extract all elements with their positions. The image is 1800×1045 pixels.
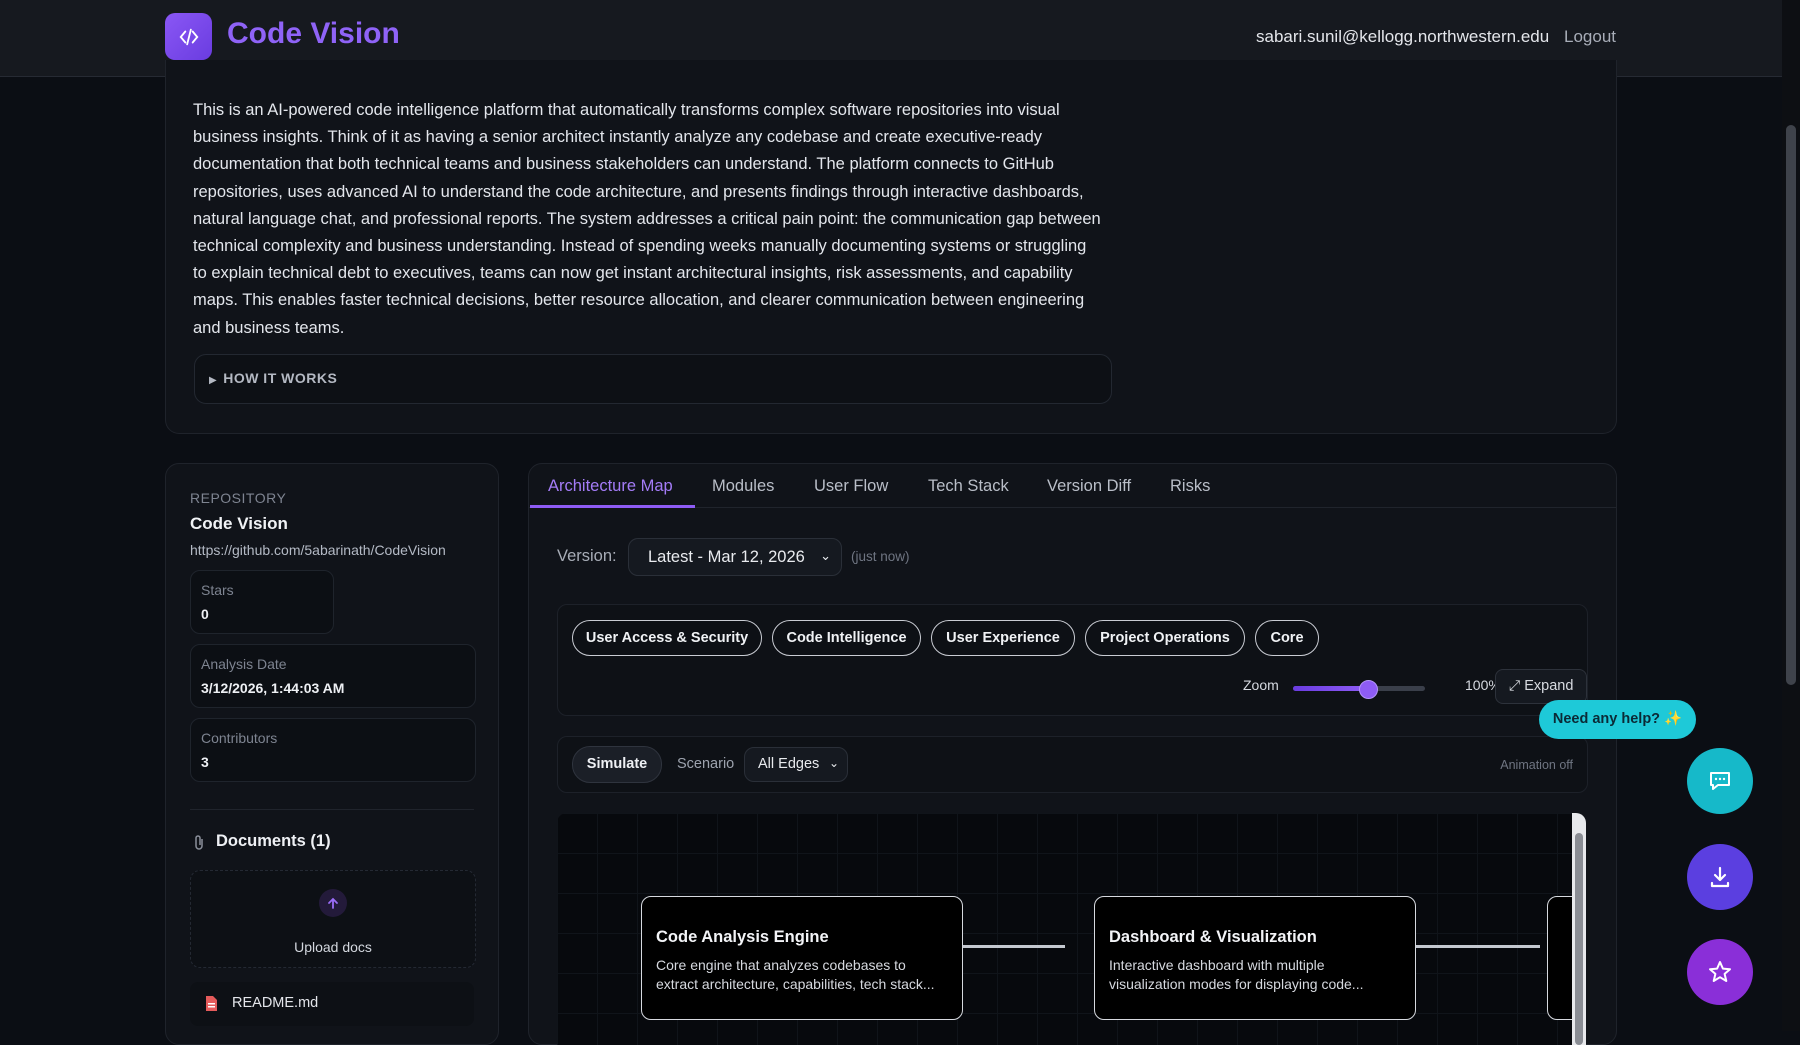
chevron-down-icon: ⌄ <box>828 756 839 770</box>
page-scrollbar[interactable] <box>1782 0 1800 1031</box>
version-note: (just now) <box>851 549 910 564</box>
star-icon <box>1709 961 1731 982</box>
simulate-button[interactable]: Simulate <box>572 746 662 783</box>
chat-icon <box>1710 772 1730 790</box>
logout-button[interactable]: Logout <box>1564 27 1616 47</box>
animation-status: Animation off <box>1500 758 1573 772</box>
zoom-label: Zoom <box>1243 677 1279 693</box>
how-it-works-label: HOW IT WORKS <box>223 370 338 386</box>
tab-user-flow[interactable]: User Flow <box>814 477 888 496</box>
stat-value: 3/12/2026, 1:44:03 AM <box>201 680 345 696</box>
repository-name: Code Vision <box>190 514 288 533</box>
how-it-works-toggle[interactable]: ▶ HOW IT WORKS <box>194 354 1112 404</box>
file-icon <box>205 995 218 1017</box>
stat-value: 3 <box>201 754 209 770</box>
filter-toolbar: User Access & Security Code Intelligence… <box>557 604 1588 716</box>
active-tab-indicator <box>530 505 695 508</box>
code-icon[interactable] <box>165 13 212 60</box>
favorite-button[interactable] <box>1687 939 1753 1005</box>
user-email: sabari.sunil@kellogg.northwestern.edu <box>1256 27 1550 46</box>
stat-stars: Stars 0 <box>190 570 334 634</box>
upload-docs-label: Upload docs <box>294 939 372 955</box>
zoom-slider-fill <box>1293 686 1367 691</box>
version-label: Version: <box>557 547 617 565</box>
zoom-slider[interactable] <box>1293 680 1425 699</box>
architecture-panel: Architecture Map Modules User Flow Tech … <box>528 463 1617 1045</box>
divider <box>190 809 474 810</box>
page-scrollbar-thumb[interactable] <box>1786 125 1796 685</box>
filter-chip-core[interactable]: Core <box>1255 620 1319 656</box>
version-selected: Latest - Mar 12, 2026 <box>648 548 805 566</box>
expand-label: Expand <box>1524 678 1574 694</box>
filter-chip-code-intelligence[interactable]: Code Intelligence <box>772 620 921 656</box>
zoom-slider-thumb[interactable] <box>1358 680 1378 699</box>
node-title: Code Analysis Engine <box>656 928 829 946</box>
node-code-analysis-engine[interactable]: Code Analysis Engine Core engine that an… <box>641 896 963 1020</box>
caret-right-icon: ▶ <box>209 375 218 386</box>
repository-url[interactable]: https://github.com/5abarinath/CodeVision <box>190 542 446 558</box>
simulation-toolbar: Simulate Scenario All Edges ⌄ Animation … <box>557 736 1588 793</box>
download-icon <box>1710 866 1730 888</box>
node-description: Core engine that analyzes codebases to e… <box>656 957 935 992</box>
tab-architecture-map[interactable]: Architecture Map <box>548 477 673 496</box>
intro-description: This is an AI-powered code intelligence … <box>193 101 1101 337</box>
tab-bar: Architecture Map Modules User Flow Tech … <box>529 464 1616 508</box>
scenario-select[interactable]: All Edges ⌄ <box>744 747 848 782</box>
architecture-canvas[interactable]: Code Analysis Engine Core engine that an… <box>557 813 1586 1045</box>
filter-chip-user-access-security[interactable]: User Access & Security <box>572 620 762 656</box>
brand-title[interactable]: Code Vision <box>227 17 400 51</box>
version-select[interactable]: Latest - Mar 12, 2026 ⌄ <box>628 538 842 576</box>
edge <box>1400 945 1540 948</box>
repository-panel: REPOSITORY Code Vision https://github.co… <box>165 463 499 1045</box>
chat-button[interactable] <box>1687 748 1753 814</box>
scenario-label: Scenario <box>677 756 735 772</box>
tab-tech-stack[interactable]: Tech Stack <box>928 477 1009 496</box>
stat-label: Analysis Date <box>201 656 287 672</box>
stat-value: 0 <box>201 606 209 622</box>
tab-version-diff[interactable]: Version Diff <box>1047 477 1131 496</box>
node-title: Dashboard & Visualization <box>1109 928 1317 946</box>
document-name: README.md <box>232 995 319 1011</box>
canvas-scrollbar[interactable] <box>1572 813 1586 1045</box>
document-item[interactable]: README.md <box>190 982 474 1026</box>
stat-analysis-date: Analysis Date 3/12/2026, 1:44:03 AM <box>190 644 476 708</box>
repository-caption: REPOSITORY <box>190 490 287 506</box>
stat-contributors: Contributors 3 <box>190 718 476 782</box>
help-bubble[interactable]: Need any help? ✨ <box>1539 700 1696 739</box>
canvas-scrollbar-thumb[interactable] <box>1575 833 1583 1045</box>
filter-chip-user-experience[interactable]: User Experience <box>931 620 1075 656</box>
tab-risks[interactable]: Risks <box>1170 477 1210 496</box>
scenario-selected: All Edges <box>758 756 820 772</box>
node-description: Interactive dashboard with multiple visu… <box>1109 957 1364 992</box>
expand-button[interactable]: ⤢ Expand <box>1495 669 1587 704</box>
edge <box>947 945 1065 948</box>
download-button[interactable] <box>1687 844 1753 910</box>
documents-title: Documents (1) <box>216 832 331 850</box>
upload-docs-dropzone[interactable]: Upload docs <box>190 870 476 968</box>
stat-label: Stars <box>201 582 234 598</box>
expand-icon: ⤢ <box>1508 678 1521 694</box>
chevron-down-icon: ⌄ <box>820 548 831 563</box>
upload-icon <box>319 889 347 917</box>
stat-label: Contributors <box>201 730 278 746</box>
node-dashboard-visualization[interactable]: Dashboard & Visualization Interactive da… <box>1094 896 1416 1020</box>
filter-chip-project-operations[interactable]: Project Operations <box>1085 620 1245 656</box>
tab-modules[interactable]: Modules <box>712 477 774 496</box>
paperclip-icon <box>193 834 205 856</box>
